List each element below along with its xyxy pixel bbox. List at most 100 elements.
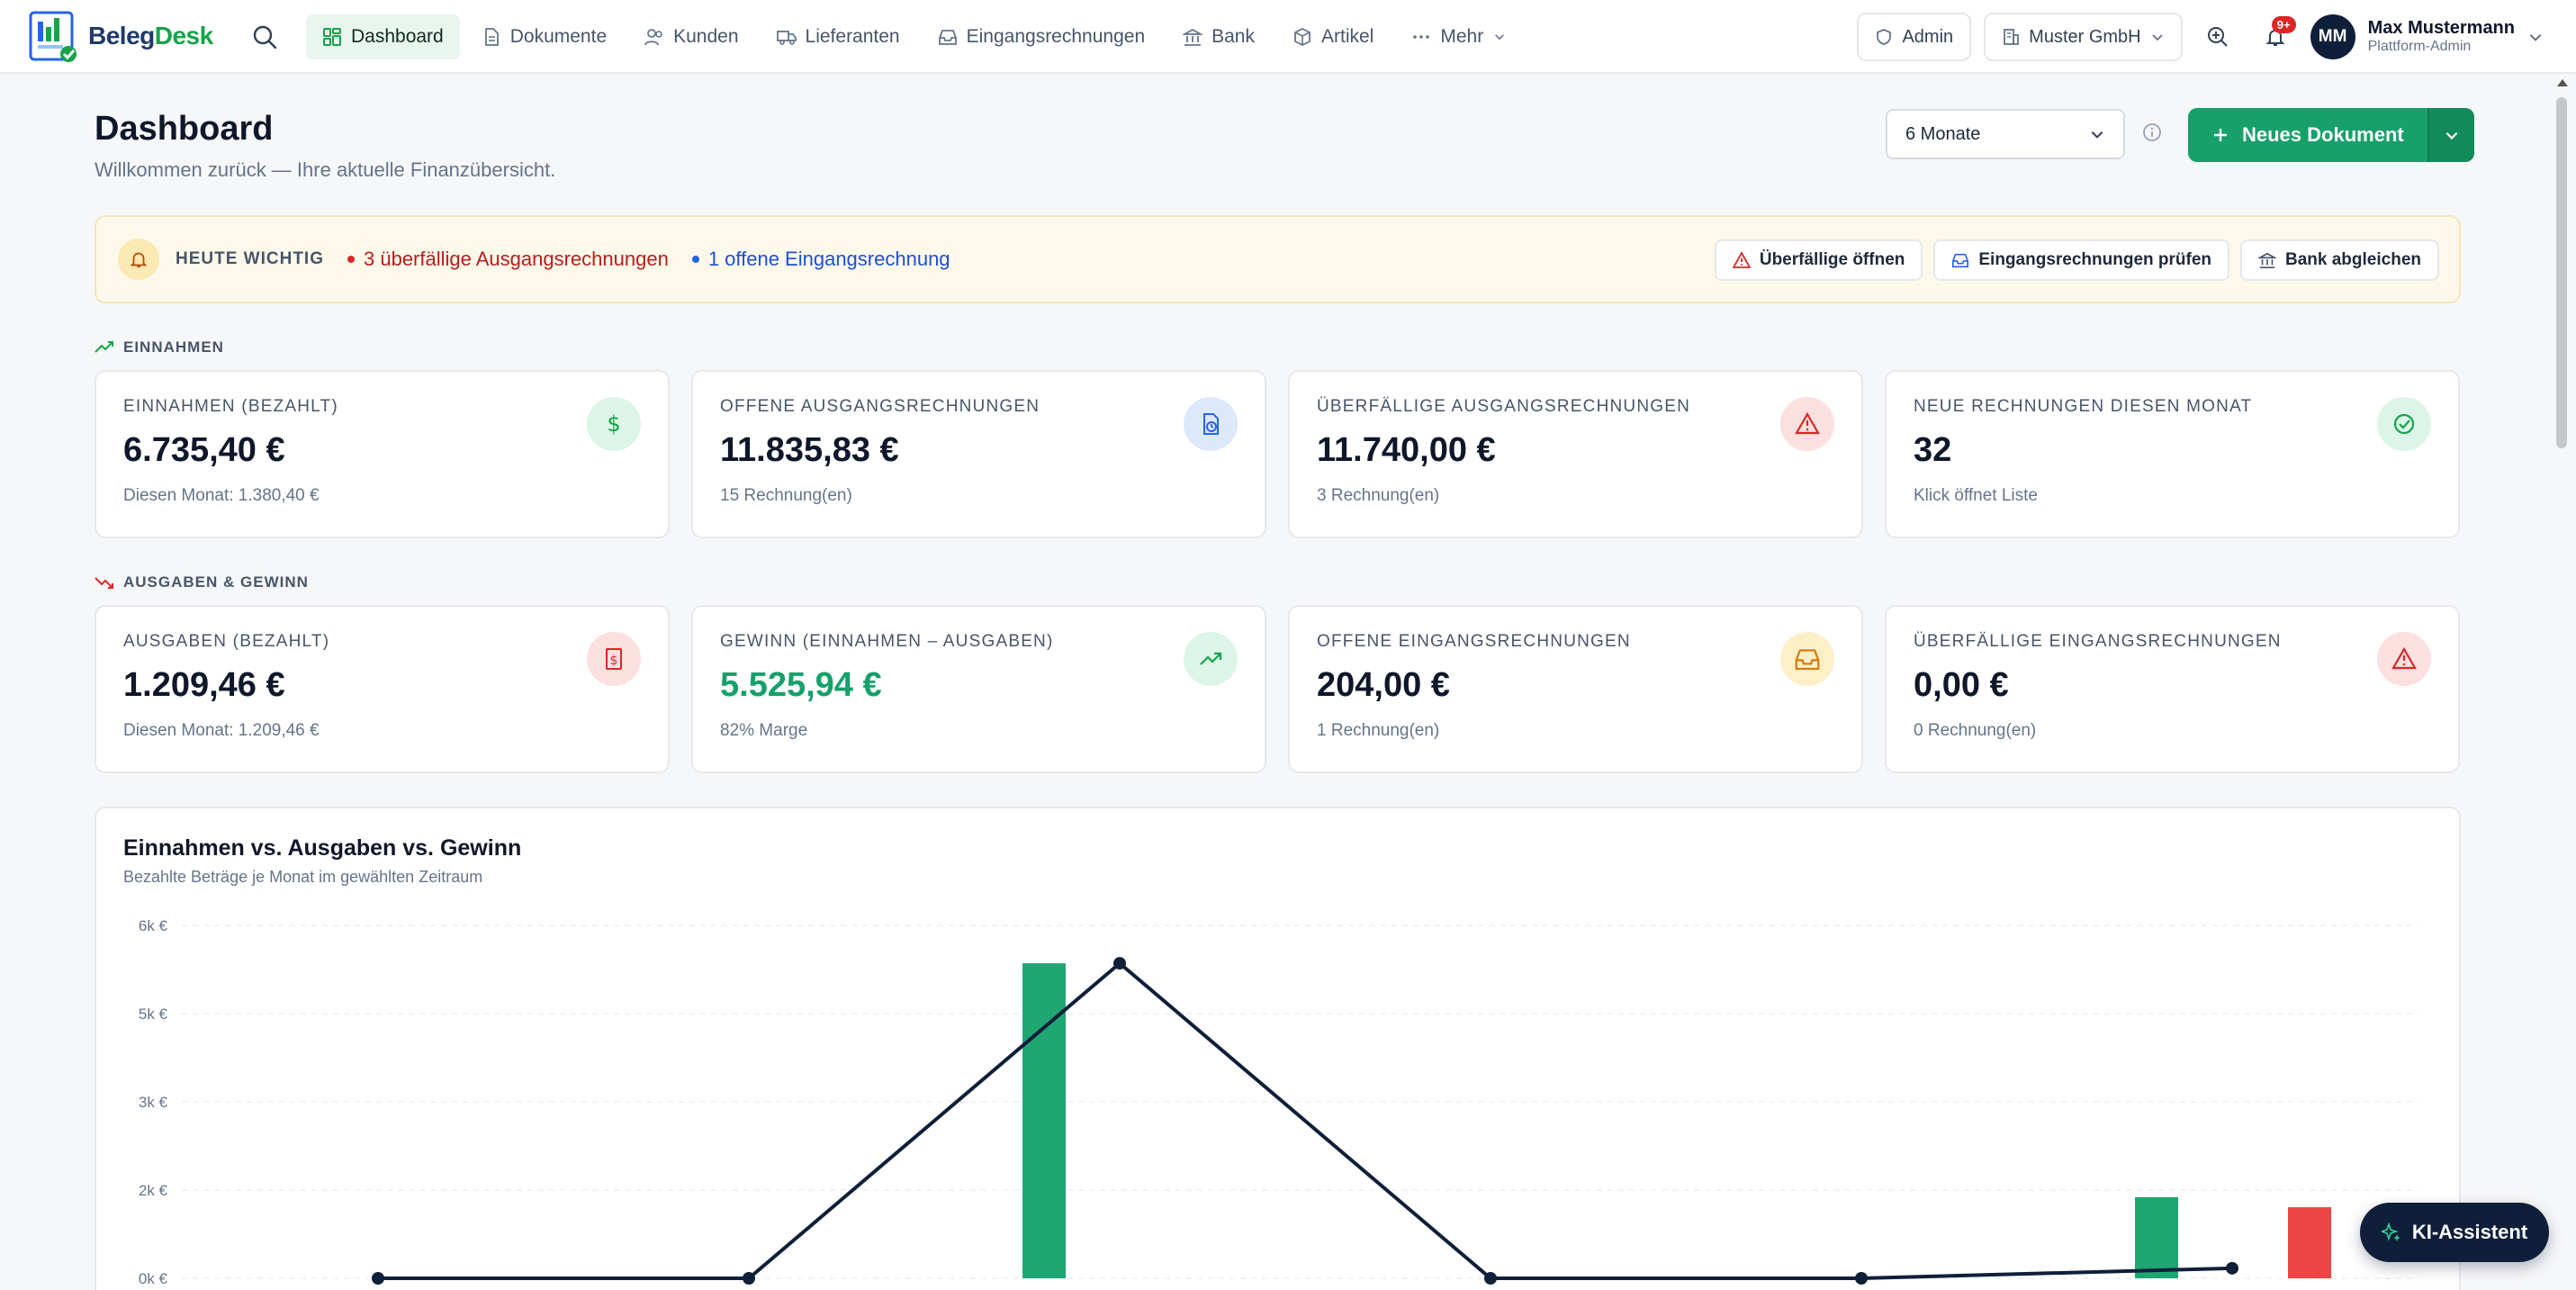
y-tick-label: 0k € — [139, 1270, 168, 1287]
kpi-card-income-paid[interactable]: EINNAHMEN (BEZAHLT) 6.735,40 € Diesen Mo… — [95, 370, 670, 538]
kpi-subtext: 1 Rechnung(en) — [1317, 721, 1440, 740]
box-icon — [1294, 27, 1311, 47]
trend-up-icon — [95, 341, 113, 353]
kpi-card-expenses-paid[interactable]: AUSGABEN (BEZAHLT) 1.209,46 € Diesen Mon… — [95, 605, 670, 773]
admin-button[interactable]: Admin — [1857, 13, 1972, 61]
new-document-dropdown[interactable] — [2427, 108, 2474, 162]
income-bar[interactable] — [2135, 1196, 2178, 1278]
admin-label: Admin — [1902, 26, 1954, 47]
kpi-card-new-invoices[interactable]: NEUE RECHNUNGEN DIESEN MONAT 32 Klick öf… — [1885, 370, 2460, 538]
nav-dokumente[interactable]: Dokumente — [465, 14, 623, 59]
company-name: Muster GmbH — [2029, 26, 2141, 47]
warning-icon — [1732, 251, 1751, 268]
kpi-value: 0,00 € — [1914, 666, 2009, 704]
profit-point[interactable] — [743, 1272, 755, 1285]
app-logo[interactable]: BelegDesk — [29, 9, 213, 63]
kpi-title: AUSGABEN (BEZAHLT) — [123, 632, 330, 651]
kpi-card-open-incoming[interactable]: OFFENE EINGANGSRECHNUNGEN 204,00 € 1 Rec… — [1288, 605, 1863, 773]
income-bar[interactable] — [1022, 963, 1066, 1278]
warning-icon — [1780, 397, 1834, 451]
zoom-in-icon — [2207, 27, 2228, 47]
profit-point[interactable] — [1113, 957, 1126, 970]
logo-text-part1: Beleg — [88, 22, 155, 50]
nav-lieferanten[interactable]: Lieferanten — [761, 14, 916, 59]
chart-plot: 0k € 2k € 3k € 5k € 6k € — [139, 917, 2418, 1287]
profit-line — [378, 961, 2233, 1280]
chevron-down-icon — [1495, 34, 1505, 41]
new-document-label: Neues Dokument — [2242, 123, 2404, 146]
scrollbar-up-arrow[interactable] — [2557, 79, 2568, 86]
period-value: 6 Monate — [1905, 123, 1981, 144]
info-icon[interactable] — [2142, 122, 2162, 142]
ai-assistant-button[interactable]: KI-Assistent — [2360, 1203, 2549, 1262]
open-incoming-link[interactable]: 1 offene Eingangsrechnung — [691, 248, 950, 271]
kpi-value: 6.735,40 € — [123, 431, 285, 469]
truck-icon — [776, 31, 797, 45]
shield-icon — [1877, 29, 1892, 45]
nav-label: Mehr — [1440, 26, 1484, 47]
scrollbar-thumb[interactable] — [2556, 97, 2567, 448]
user-menu[interactable]: MM Max Mustermann Plattform-Admin — [2310, 14, 2544, 59]
action-label: Bank abgleichen — [2285, 250, 2421, 269]
overdue-text: 3 überfällige Ausgangsrechnungen — [364, 248, 669, 270]
zoom-button[interactable] — [2195, 14, 2240, 59]
search-icon[interactable] — [250, 23, 279, 51]
nav-label: Artikel — [1321, 26, 1374, 47]
profit-point[interactable] — [2226, 1261, 2238, 1275]
period-select[interactable]: 6 Monate — [1886, 109, 2125, 159]
section-label-expenses: AUSGABEN & GEWINN — [95, 573, 309, 591]
review-incoming-button[interactable]: Eingangsrechnungen prüfen — [1933, 239, 2229, 281]
nav-eingangsrechnungen[interactable]: Eingangsrechnungen — [922, 14, 1162, 59]
nav-artikel[interactable]: Artikel — [1276, 14, 1390, 59]
inbox-icon — [938, 30, 957, 45]
blue-dot — [691, 256, 699, 263]
red-dot — [347, 256, 355, 263]
kpi-card-profit[interactable]: GEWINN (EINNAHMEN – AUSGABEN) 5.525,94 €… — [691, 605, 1266, 773]
section-label-text: EINNAHMEN — [123, 338, 224, 356]
kpi-card-overdue-outgoing[interactable]: ÜBERFÄLLIGE AUSGANGSRECHNUNGEN 11.740,00… — [1288, 370, 1863, 538]
nav-label: Eingangsrechnungen — [966, 26, 1146, 47]
y-tick-label: 2k € — [139, 1182, 168, 1199]
open-overdue-button[interactable]: Überfällige öffnen — [1714, 239, 1923, 281]
expense-bar[interactable] — [2288, 1207, 2331, 1278]
more-icon — [1413, 35, 1430, 39]
today-important-banner: HEUTE WICHTIG 3 überfällige Ausgangsrech… — [95, 215, 2461, 303]
nav-dashboard[interactable]: Dashboard — [306, 14, 460, 59]
nav-label: Dokumente — [509, 26, 608, 47]
nav-kunden[interactable]: Kunden — [628, 14, 754, 59]
notifications-button[interactable]: 9+ — [2253, 14, 2298, 59]
chevron-down-icon — [2529, 34, 2542, 41]
page-subtitle: Willkommen zurück — Ihre aktuelle Finanz… — [95, 158, 556, 181]
building-icon — [2004, 29, 2020, 45]
bell-icon — [118, 239, 159, 280]
action-label: Überfällige öffnen — [1759, 250, 1905, 269]
kpi-card-open-outgoing[interactable]: OFFENE AUSGANGSRECHNUNGEN 11.835,83 € 15… — [691, 370, 1266, 538]
logo-text-part2: Desk — [154, 22, 213, 50]
profit-point[interactable] — [372, 1272, 384, 1285]
document-icon — [484, 28, 499, 46]
company-switcher[interactable]: Muster GmbH — [1984, 13, 2183, 61]
trend-up-icon — [1184, 632, 1238, 686]
bank-reconcile-button[interactable]: Bank abgleichen — [2240, 239, 2439, 281]
kpi-card-overdue-incoming[interactable]: ÜBERFÄLLIGE EINGANGSRECHNUNGEN 0,00 € 0 … — [1885, 605, 2460, 773]
kpi-title: OFFENE AUSGANGSRECHNUNGEN — [720, 397, 1040, 416]
ai-assistant-label: KI-Assistent — [2411, 1221, 2528, 1243]
user-role: Plattform-Admin — [2367, 39, 2472, 55]
new-document-button[interactable]: Neues Dokument — [2188, 108, 2427, 162]
svg-text:$: $ — [607, 411, 620, 437]
nav-mehr[interactable]: Mehr — [1395, 14, 1523, 59]
y-tick-label: 6k € — [139, 917, 168, 934]
dollar-icon: $ — [587, 397, 641, 451]
plus-icon — [2214, 129, 2227, 141]
kpi-subtext: Diesen Monat: 1.209,46 € — [123, 721, 320, 740]
nav-label: Dashboard — [351, 26, 444, 47]
kpi-subtext: 3 Rechnung(en) — [1317, 486, 1440, 505]
svg-text:$: $ — [610, 654, 618, 668]
file-clock-icon — [1184, 397, 1238, 451]
profit-point[interactable] — [1855, 1272, 1868, 1285]
overdue-link[interactable]: 3 überfällige Ausgangsrechnungen — [347, 248, 669, 271]
kpi-title: GEWINN (EINNAHMEN – AUSGABEN) — [720, 632, 1054, 651]
nav-bank[interactable]: Bank — [1166, 14, 1271, 59]
nav-label: Kunden — [673, 26, 739, 47]
profit-point[interactable] — [1484, 1272, 1497, 1285]
